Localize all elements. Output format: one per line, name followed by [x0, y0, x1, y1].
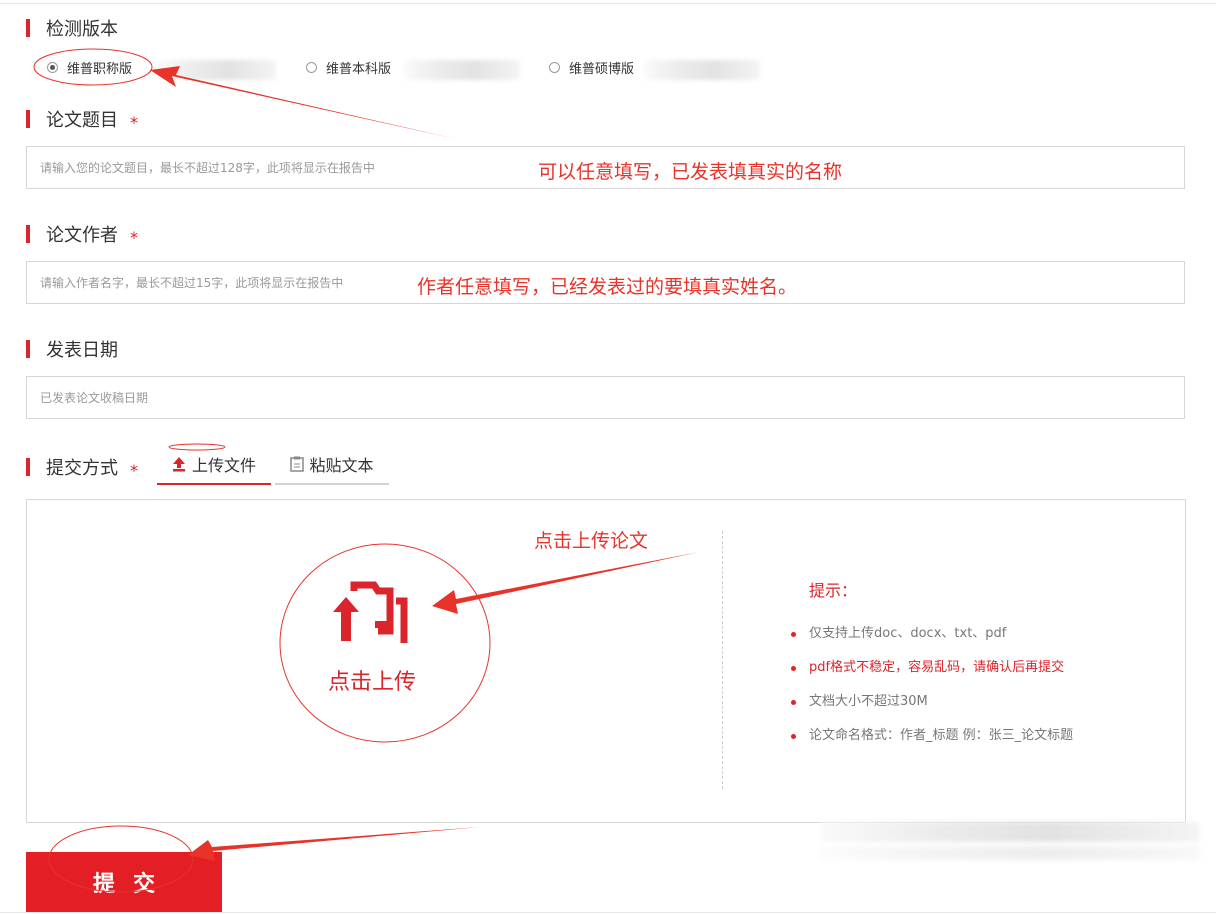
radio-label: 维普本科版: [326, 62, 392, 77]
section-title: 论文作者: [46, 225, 118, 246]
top-divider: [0, 3, 1216, 4]
section-marker: [26, 19, 30, 37]
section-title: 检测版本: [46, 19, 118, 40]
blurred-region: [820, 822, 1200, 842]
radio-option-zhicheng[interactable]: 维普职称版: [47, 58, 132, 77]
required-mark: *: [130, 227, 138, 247]
required-mark: *: [130, 112, 138, 132]
blurred-price: [644, 60, 760, 80]
radio-unchecked-icon[interactable]: [549, 62, 560, 73]
tips-list: 仅支持上传doc、docx、txt、pdf pdf格式不稳定，容易乱码，请确认后…: [790, 625, 1073, 761]
section-paper-author: 论文作者 *: [26, 223, 138, 247]
section-marker: [26, 458, 30, 476]
tips-title: 提示：: [809, 581, 858, 600]
section-title: 论文题目: [46, 110, 118, 131]
section-publish-date: 发表日期: [26, 338, 118, 361]
annotation-title: 可以任意填写，已发表填真实的名称: [538, 161, 843, 183]
section-marker: [26, 225, 30, 243]
publish-date-field[interactable]: [26, 376, 1185, 419]
radio-option-benke[interactable]: 维普本科版: [306, 58, 391, 77]
tab-label: 粘贴文本: [309, 456, 374, 475]
folder-upload-icon[interactable]: [330, 573, 418, 643]
section-title: 提交方式: [46, 458, 118, 479]
section-paper-title: 论文题目 *: [26, 108, 138, 132]
bottom-divider: [0, 912, 1216, 913]
section-marker: [26, 110, 30, 128]
section-submit-method: 提交方式 *: [26, 456, 138, 480]
radio-label: 维普硕博版: [569, 62, 635, 77]
tab-upload-file[interactable]: 上传文件: [157, 445, 271, 485]
tab-label: 上传文件: [191, 456, 256, 475]
publish-date-input[interactable]: [27, 377, 1184, 418]
radio-option-shuobo[interactable]: 维普硕博版: [549, 58, 634, 77]
clipboard-icon: [290, 456, 305, 472]
blurred-region: [820, 846, 1200, 860]
annotation-upload: 点击上传论文: [534, 530, 649, 552]
tip-item: 论文命名格式：作者_标题 例：张三_论文标题: [790, 727, 1073, 761]
radio-label: 维普职称版: [67, 62, 133, 77]
tip-item: 文档大小不超过30M: [790, 693, 1073, 727]
radio-unchecked-icon[interactable]: [306, 62, 317, 73]
tab-paste-text[interactable]: 粘贴文本: [275, 445, 389, 485]
required-mark: *: [130, 460, 138, 480]
section-title: 发表日期: [46, 340, 118, 361]
annotation-author: 作者任意填写，已经发表过的要填真实姓名。: [417, 276, 798, 298]
upload-button-label[interactable]: 点击上传: [328, 664, 416, 696]
submit-button[interactable]: 提交: [26, 852, 222, 912]
blurred-price: [404, 60, 520, 80]
blurred-price: [158, 60, 276, 80]
radio-checked-icon[interactable]: [47, 62, 58, 73]
upload-icon: [172, 456, 186, 472]
section-marker: [26, 340, 30, 358]
section-version: 检测版本: [26, 17, 118, 40]
tip-item: 仅支持上传doc、docx、txt、pdf: [790, 625, 1073, 659]
tip-item-warning: pdf格式不稳定，容易乱码，请确认后再提交: [790, 659, 1073, 693]
upload-divider: [722, 531, 723, 789]
